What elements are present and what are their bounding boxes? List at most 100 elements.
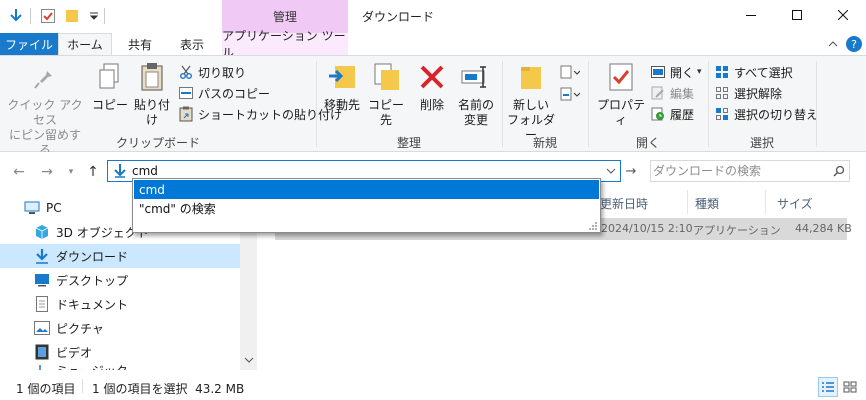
nav-item-documents[interactable]: ドキュメント	[0, 292, 240, 316]
customize-qa-dropdown-icon[interactable]	[86, 8, 102, 24]
move-to-icon	[326, 60, 358, 94]
copy-path-button[interactable]: パスのコピー	[178, 83, 270, 103]
copy-to-icon	[370, 60, 402, 94]
file-explorer-window: 管理 ダウンロード ファイル ホーム 共有 表示 アプリケーション ツール ? …	[0, 0, 866, 400]
film-icon	[34, 344, 50, 360]
status-bar: 1 個の項目 1 個の項目を選択 43.2 MB	[0, 370, 866, 400]
tab-file[interactable]: ファイル	[0, 33, 58, 55]
help-icon[interactable]: ?	[846, 36, 862, 52]
nav-item-label: ビデオ	[56, 345, 93, 360]
tab-home[interactable]: ホーム	[58, 33, 112, 55]
easy-access-icon[interactable]	[560, 86, 582, 102]
delete-button[interactable]: 削除	[412, 60, 452, 113]
document-icon	[34, 296, 50, 312]
back-arrow-icon[interactable]: ←	[10, 163, 28, 181]
autocomplete-search-item[interactable]: "cmd" の検索	[134, 199, 599, 218]
tab-share[interactable]: 共有	[118, 33, 162, 55]
forward-arrow-icon[interactable]: →	[38, 163, 56, 181]
window-title: ダウンロード	[362, 10, 435, 24]
title-bar: 管理 ダウンロード	[0, 0, 866, 33]
properties-check-icon[interactable]	[40, 8, 56, 24]
paste-label: 貼り付け	[133, 98, 170, 127]
copy-path-label: パスのコピー	[198, 86, 271, 101]
search-input[interactable]	[653, 162, 829, 180]
copy-button[interactable]: コピー	[90, 60, 130, 113]
nav-item-videos[interactable]: ビデオ	[0, 340, 240, 364]
group-label-organize: 整理	[396, 136, 421, 150]
cut-button[interactable]: 切り取り	[178, 62, 246, 82]
paste-shortcut-button[interactable]: ショートカットの貼り付け	[178, 104, 342, 124]
nav-item-desktop[interactable]: デスクトップ	[0, 268, 240, 292]
select-all-button[interactable]: すべて選択	[714, 62, 793, 82]
pin-icon	[29, 60, 61, 94]
nav-item-pictures[interactable]: ピクチャ	[0, 316, 240, 340]
edit-label: 編集	[670, 86, 695, 101]
tab-application-tools[interactable]: アプリケーション ツール	[222, 29, 348, 60]
select-none-icon	[714, 85, 730, 101]
copy-label: コピー	[91, 98, 128, 112]
address-dropdown-chevron-icon[interactable]	[604, 164, 618, 178]
delete-label: 削除	[419, 98, 444, 112]
new-item-icon[interactable]	[560, 64, 582, 80]
copy-icon	[94, 60, 126, 94]
move-to-button[interactable]: 移動先	[320, 60, 364, 113]
edit-icon	[650, 85, 666, 101]
details-view-icon[interactable]	[818, 377, 838, 397]
ribbon-tab-row: ファイル ホーム 共有 表示 アプリケーション ツール ?	[0, 29, 866, 60]
download-arrow-icon	[34, 248, 50, 264]
column-header-size[interactable]: サイズ	[777, 195, 813, 212]
nav-item-label: ドキュメント	[56, 297, 129, 312]
nav-item-label: ダウンロード	[56, 249, 129, 264]
history-button[interactable]: 履歴	[650, 104, 694, 124]
group-divider	[816, 61, 817, 147]
tab-view[interactable]: 表示	[168, 33, 216, 55]
open-button[interactable]: 開く ▾	[650, 62, 702, 82]
select-none-button[interactable]: 選択解除	[714, 83, 782, 103]
properties-button[interactable]: プロパティ	[594, 60, 648, 128]
file-date: 2024/10/15 2:10	[601, 222, 693, 235]
rename-button[interactable]: 名前の 変更	[454, 60, 498, 128]
properties-icon	[605, 60, 637, 94]
cut-label: 切り取り	[198, 65, 247, 80]
column-header-type[interactable]: 種類	[695, 195, 719, 212]
recent-locations-chevron-icon[interactable]: ▾	[62, 163, 80, 181]
nav-item-downloads[interactable]: ダウンロード	[0, 244, 240, 268]
new-folder-icon[interactable]	[64, 8, 80, 24]
desktop-icon	[34, 272, 50, 288]
qa-divider	[104, 8, 105, 24]
maximize-button[interactable]	[774, 0, 820, 30]
nav-item-label: PC	[46, 201, 62, 215]
minimize-button[interactable]	[728, 0, 774, 30]
copy-to-label: コピー先	[367, 98, 404, 127]
collapse-ribbon-icon[interactable]	[826, 37, 840, 51]
scroll-down-chevron-icon[interactable]	[243, 354, 254, 366]
autocomplete-item[interactable]: cmd	[134, 180, 599, 199]
up-arrow-icon[interactable]: ↑	[84, 163, 102, 181]
search-icon[interactable]	[831, 163, 847, 179]
autocomplete-dropdown: cmd "cmd" の検索	[132, 178, 601, 233]
paste-button[interactable]: 貼り付け	[130, 60, 174, 128]
history-label: 履歴	[670, 107, 695, 122]
selection-info: 1 個の項目を選択 43.2 MB	[92, 382, 245, 396]
cube-icon	[34, 224, 50, 240]
large-icons-view-icon[interactable]	[840, 377, 860, 397]
properties-label: プロパティ	[596, 98, 645, 127]
resize-grip-icon[interactable]	[588, 220, 598, 230]
qa-divider	[30, 8, 31, 24]
search-box[interactable]	[650, 160, 850, 182]
rename-label: 名前の 変更	[457, 98, 494, 127]
edit-button[interactable]: 編集	[650, 83, 694, 103]
invert-selection-button[interactable]: 選択の切り替え	[714, 104, 818, 124]
file-size: 44,284 KB	[795, 222, 852, 235]
column-header-date[interactable]: 更新日時	[600, 195, 648, 212]
go-arrow-icon[interactable]: →	[623, 163, 639, 179]
move-to-label: 移動先	[323, 98, 360, 112]
download-arrow-icon	[8, 8, 24, 24]
pictures-icon	[34, 320, 50, 336]
close-button[interactable]	[820, 0, 866, 30]
nav-item-label: デスクトップ	[56, 273, 129, 288]
open-dropdown-icon: ▾	[697, 67, 702, 77]
select-all-label: すべて選択	[734, 65, 793, 80]
new-folder-button[interactable]: 新しい フォルダー	[506, 60, 556, 143]
copy-to-button[interactable]: コピー先	[364, 60, 408, 128]
